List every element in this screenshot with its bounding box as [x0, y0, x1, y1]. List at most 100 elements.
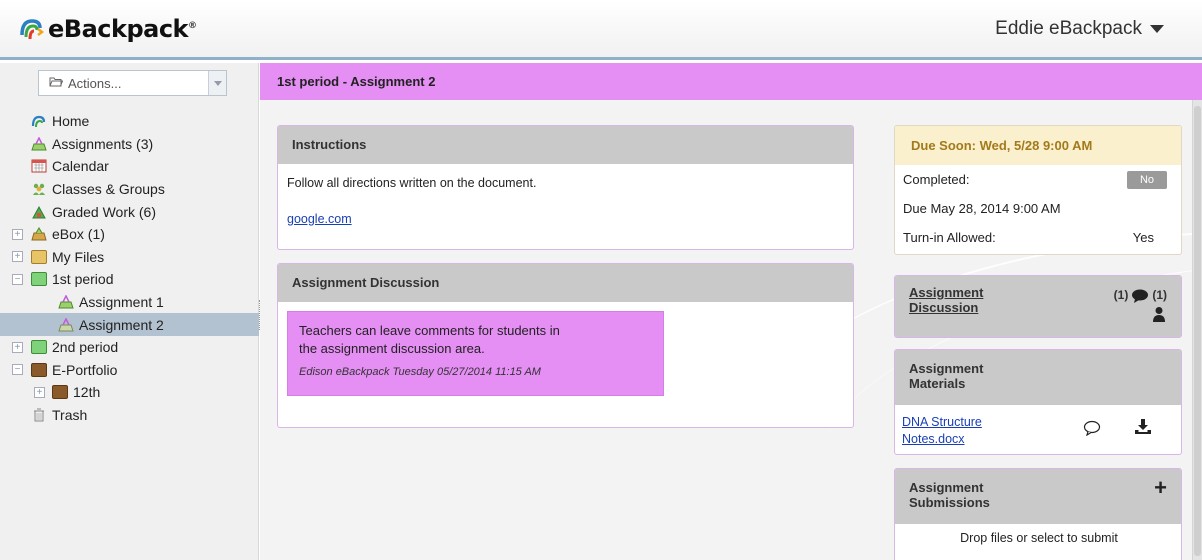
scrollbar-thumb[interactable]	[1194, 106, 1201, 556]
file-name-line: DNA Structure	[902, 415, 982, 429]
heading-line: Assignment	[909, 480, 984, 495]
sidebar-item-classes-groups[interactable]: Classes & Groups	[0, 178, 259, 201]
instructions-link[interactable]: google.com	[287, 212, 352, 226]
sidebar-item-e-portfolio[interactable]: − E-Portfolio	[0, 359, 259, 382]
collapse-icon[interactable]: −	[12, 273, 23, 285]
sidebar-item-label: Graded Work (6)	[52, 203, 156, 220]
comment-text: Teachers can leave comments for students…	[299, 322, 652, 358]
discussion-heading: Assignment Discussion	[278, 264, 853, 302]
assignment-materials-heading: Assignment Materials	[895, 350, 1181, 405]
comment-meta: Edison eBackpack Tuesday 05/27/2014 11:1…	[299, 366, 541, 378]
completed-row: Completed: No	[895, 165, 1181, 194]
sidebar-item-label: Assignments (3)	[52, 135, 154, 152]
assignment-discussion-heading: Assignment Discussion (1) (1)	[895, 276, 1181, 337]
folder-open-icon	[49, 76, 64, 90]
comment-count: (1)	[1113, 288, 1129, 302]
sidebar-item-label: E-Portfolio	[52, 361, 118, 378]
trash-icon	[34, 408, 44, 422]
sidebar-item-label: Calendar	[52, 158, 109, 175]
sidebar-item-calendar[interactable]: Calendar	[0, 155, 259, 178]
sidebar-item-label: Assignment 2	[79, 316, 164, 333]
sidebar: Actions... Home Assignments (3) Calendar…	[0, 63, 259, 560]
sidebar-item-my-files[interactable]: + My Files	[0, 246, 259, 269]
sidebar-item-assignments[interactable]: Assignments (3)	[0, 133, 259, 156]
chevron-down-icon[interactable]	[208, 71, 226, 95]
expand-icon[interactable]: +	[34, 386, 45, 398]
sidebar-item-label: Assignment 1	[79, 294, 164, 311]
add-submission-icon[interactable]: +	[1154, 477, 1167, 499]
drop-zone[interactable]: Drop files or select to submit	[895, 531, 1181, 545]
main-content: Instructions Follow all directions writt…	[260, 100, 1202, 560]
turnin-value: Yes	[1132, 230, 1154, 245]
speech-bubble-icon	[1132, 289, 1149, 303]
logo-text: eBackpack®	[48, 15, 197, 43]
sidebar-item-ebox[interactable]: + eBox (1)	[0, 223, 259, 246]
sidebar-item-label: Classes & Groups	[52, 181, 165, 198]
heading-line: Submissions	[909, 495, 990, 510]
sidebar-item-assignment-1[interactable]: Assignment 1	[0, 291, 259, 314]
instructions-body: Follow all directions written on the doc…	[278, 164, 853, 238]
due-date: Due May 28, 2014 9:00 AM	[903, 201, 1061, 216]
collapse-icon[interactable]: −	[12, 364, 23, 376]
app-logo[interactable]: eBackpack®	[18, 14, 197, 44]
expand-icon[interactable]: +	[12, 341, 23, 353]
sidebar-item-graded-work[interactable]: Graded Work (6)	[0, 200, 259, 223]
actions-label: Actions...	[68, 75, 122, 91]
assignment-materials-box: Assignment Materials DNA Structure Notes…	[894, 349, 1182, 455]
navigation-tree: Home Assignments (3) Calendar Classes & …	[0, 110, 259, 426]
due-status-box: Due Soon: Wed, 5/28 9:00 AM Completed: N…	[894, 125, 1182, 255]
instructions-panel: Instructions Follow all directions writt…	[277, 125, 854, 250]
caret-down-icon	[1150, 25, 1164, 33]
sidebar-item-assignment-2[interactable]: Assignment 2	[0, 313, 259, 336]
assignment-discussion-box: Assignment Discussion (1) (1)	[894, 275, 1182, 338]
comment-line: Teachers can leave comments for students…	[299, 323, 560, 338]
actions-dropdown[interactable]: Actions...	[38, 70, 227, 96]
sidebar-item-trash[interactable]: Trash	[0, 404, 259, 427]
sidebar-item-12th[interactable]: + 12th	[0, 381, 259, 404]
groups-icon	[33, 183, 45, 196]
folder-icon	[31, 249, 47, 264]
graded-icon	[32, 205, 46, 219]
assignment-submissions-box: Assignment Submissions + Drop files or s…	[894, 468, 1182, 560]
due-date-row: Due May 28, 2014 9:00 AM	[895, 194, 1181, 223]
heading-line: Assignment	[909, 285, 984, 300]
heading-line: Assignment	[909, 361, 984, 376]
sidebar-item-label: 12th	[73, 384, 101, 401]
calendar-icon	[31, 159, 47, 173]
page-title: 1st period - Assignment 2	[260, 63, 1202, 100]
ebackpack-logo-icon	[20, 19, 45, 40]
expand-icon[interactable]: +	[12, 228, 23, 240]
due-heading: Due Soon: Wed, 5/28 9:00 AM	[895, 126, 1181, 165]
app-header: eBackpack® Eddie eBackpack	[0, 0, 1202, 60]
sidebar-item-label: 1st period	[52, 271, 114, 288]
turnin-label: Turn-in Allowed:	[903, 230, 996, 245]
user-name: Eddie eBackpack	[995, 18, 1142, 39]
download-icon[interactable]	[1134, 418, 1152, 436]
heading-line: Discussion	[909, 300, 979, 315]
assignment-discussion-panel: Assignment Discussion Teachers can leave…	[277, 263, 854, 428]
instructions-heading: Instructions	[278, 126, 853, 164]
user-menu[interactable]: Eddie eBackpack	[995, 18, 1164, 40]
material-file-link[interactable]: DNA Structure Notes.docx	[902, 414, 982, 448]
sidebar-item-label: 2nd period	[52, 339, 119, 356]
sidebar-item-2nd-period[interactable]: + 2nd period	[0, 336, 259, 359]
person-icon	[1153, 307, 1165, 322]
completed-toggle[interactable]: No	[1127, 171, 1167, 189]
comment-line: the assignment discussion area.	[299, 341, 485, 356]
expand-icon[interactable]: +	[12, 251, 23, 263]
main-scrollbar[interactable]	[1192, 100, 1202, 560]
home-icon	[31, 116, 46, 128]
sidebar-item-label: eBox (1)	[52, 226, 105, 243]
comment-icon[interactable]	[1083, 420, 1101, 436]
assignment-icon	[58, 295, 74, 309]
sidebar-item-1st-period[interactable]: − 1st period	[0, 268, 259, 291]
heading-line: Materials	[909, 376, 966, 391]
file-name-line: Notes.docx	[902, 432, 965, 446]
ebox-icon	[31, 227, 47, 241]
assignment-discussion-link[interactable]: Assignment Discussion	[909, 285, 983, 315]
assignment-icon	[58, 317, 74, 332]
folder-icon	[31, 272, 47, 287]
sidebar-item-home[interactable]: Home	[0, 110, 259, 133]
completed-label: Completed:	[903, 172, 970, 187]
folder-icon	[31, 362, 47, 377]
